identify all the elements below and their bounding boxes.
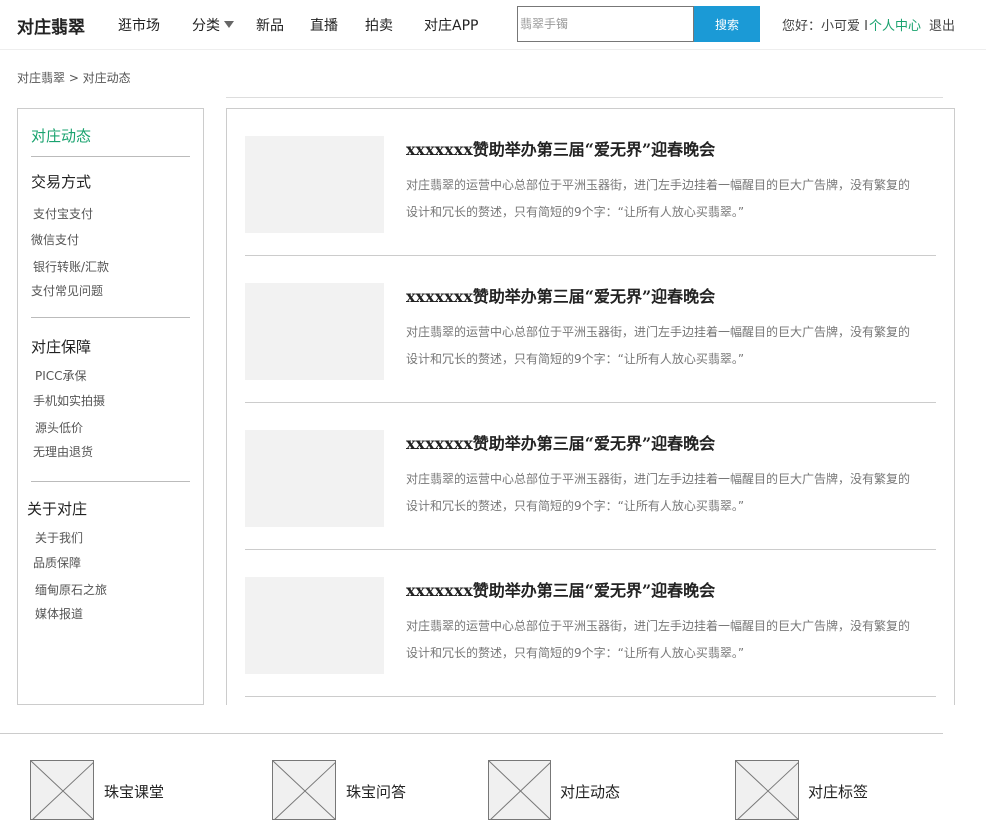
sidebar-item-myanmar-trip[interactable]: 缅甸原石之旅	[35, 581, 107, 598]
footer-label[interactable]: 对庄动态	[560, 781, 620, 802]
nav-new[interactable]: 新品	[256, 15, 284, 35]
search-button[interactable]: 搜索	[694, 6, 760, 42]
article-summary: 对庄翡翠的运营中心总部位于平洲玉器街，进门左手边挂着一幅醒目的巨大广告牌，没有繁…	[406, 325, 911, 366]
sidebar-group-trade: 交易方式	[31, 173, 92, 191]
article-summary: 对庄翡翠的运营中心总部位于平洲玉器街，进门左手边挂着一幅醒目的巨大广告牌，没有繁…	[406, 178, 911, 219]
sidebar-title[interactable]: 对庄动态	[31, 125, 91, 146]
sidebar: 对庄动态 交易方式 支付宝支付 微信支付 银行转账/汇款 支付常见问题 对庄保障…	[17, 108, 204, 705]
sidebar-item-quality[interactable]: 品质保障	[33, 554, 81, 571]
chevron-down-icon	[224, 21, 234, 28]
image-placeholder-icon	[488, 760, 551, 820]
sidebar-item-alipay[interactable]: 支付宝支付	[33, 205, 93, 222]
article-thumbnail[interactable]	[245, 430, 384, 527]
logout-link[interactable]: 退出	[929, 15, 955, 34]
divider	[31, 481, 190, 482]
article-thumbnail[interactable]	[245, 136, 384, 233]
list-item[interactable]: xxxxxxx赞助举办第三届“爱无界”迎春晚会 对庄翡翠的运营中心总部位于平洲玉…	[245, 256, 936, 403]
sidebar-group-about: 关于对庄	[27, 500, 88, 518]
article-summary: 对庄翡翠的运营中心总部位于平洲玉器街，进门左手边挂着一幅醒目的巨大广告牌，没有繁…	[406, 619, 911, 660]
sidebar-item-return[interactable]: 无理由退货	[33, 443, 93, 460]
sidebar-item-bank-transfer[interactable]: 银行转账/汇款	[33, 258, 109, 275]
sidebar-item-picc[interactable]: PICC承保	[35, 367, 87, 384]
site-logo[interactable]: 对庄翡翠	[17, 13, 85, 38]
nav-app[interactable]: 对庄APP	[424, 15, 478, 35]
divider	[31, 317, 190, 318]
search-input[interactable]	[517, 6, 694, 42]
user-greeting: 您好：小可爱 I	[782, 19, 868, 34]
breadcrumb[interactable]: 对庄翡翠 > 对庄动态	[17, 69, 131, 86]
divider	[0, 733, 943, 734]
article-thumbnail[interactable]	[245, 577, 384, 674]
image-placeholder-icon	[30, 760, 94, 820]
article-title[interactable]: xxxxxxx赞助举办第三届“爱无界”迎春晚会	[406, 283, 715, 307]
article-title[interactable]: xxxxxxx赞助举办第三届“爱无界”迎春晚会	[406, 136, 715, 160]
nav-market[interactable]: 逛市场	[118, 15, 160, 35]
article-title[interactable]: xxxxxxx赞助举办第三届“爱无界”迎春晚会	[406, 430, 715, 454]
article-thumbnail[interactable]	[245, 283, 384, 380]
list-item[interactable]: xxxxxxx赞助举办第三届“爱无界”迎春晚会 对庄翡翠的运营中心总部位于平洲玉…	[245, 109, 936, 256]
divider	[31, 156, 190, 157]
nav-auction[interactable]: 拍卖	[365, 15, 393, 35]
sidebar-item-low-price[interactable]: 源头低价	[35, 419, 83, 436]
image-placeholder-icon	[272, 760, 336, 820]
list-item[interactable]: xxxxxxx赞助举办第三届“爱无界”迎春晚会 对庄翡翠的运营中心总部位于平洲玉…	[245, 550, 936, 697]
list-item[interactable]: xxxxxxx赞助举办第三届“爱无界”迎春晚会 对庄翡翠的运营中心总部位于平洲玉…	[245, 403, 936, 550]
article-summary: 对庄翡翠的运营中心总部位于平洲玉器街，进门左手边挂着一幅醒目的巨大广告牌，没有繁…	[406, 472, 911, 513]
sidebar-item-real-photo[interactable]: 手机如实拍摄	[33, 392, 105, 409]
sidebar-group-guarantee: 对庄保障	[31, 338, 92, 356]
article-list: xxxxxxx赞助举办第三届“爱无界”迎春晚会 对庄翡翠的运营中心总部位于平洲玉…	[226, 108, 955, 705]
top-header: 对庄翡翠 逛市场 分类 新品 直播 拍卖 对庄APP 搜索 您好：小可爱 I 个…	[0, 0, 986, 50]
sidebar-item-payment-faq[interactable]: 支付常见问题	[31, 282, 103, 299]
image-placeholder-icon	[735, 760, 799, 820]
article-title[interactable]: xxxxxxx赞助举办第三届“爱无界”迎春晚会	[406, 577, 715, 601]
footer-label[interactable]: 珠宝课堂	[104, 781, 164, 802]
sidebar-item-about-us[interactable]: 关于我们	[35, 529, 83, 546]
sidebar-item-wechat-pay[interactable]: 微信支付	[31, 231, 79, 248]
user-center-link[interactable]: 个人中心	[869, 15, 921, 34]
nav-live[interactable]: 直播	[310, 15, 338, 35]
footer-label[interactable]: 珠宝问答	[346, 781, 406, 802]
divider	[226, 97, 943, 98]
nav-category-label: 分类	[192, 18, 220, 34]
nav-category[interactable]: 分类	[192, 15, 234, 35]
sidebar-item-media[interactable]: 媒体报道	[35, 605, 83, 622]
footer-label[interactable]: 对庄标签	[808, 781, 868, 802]
